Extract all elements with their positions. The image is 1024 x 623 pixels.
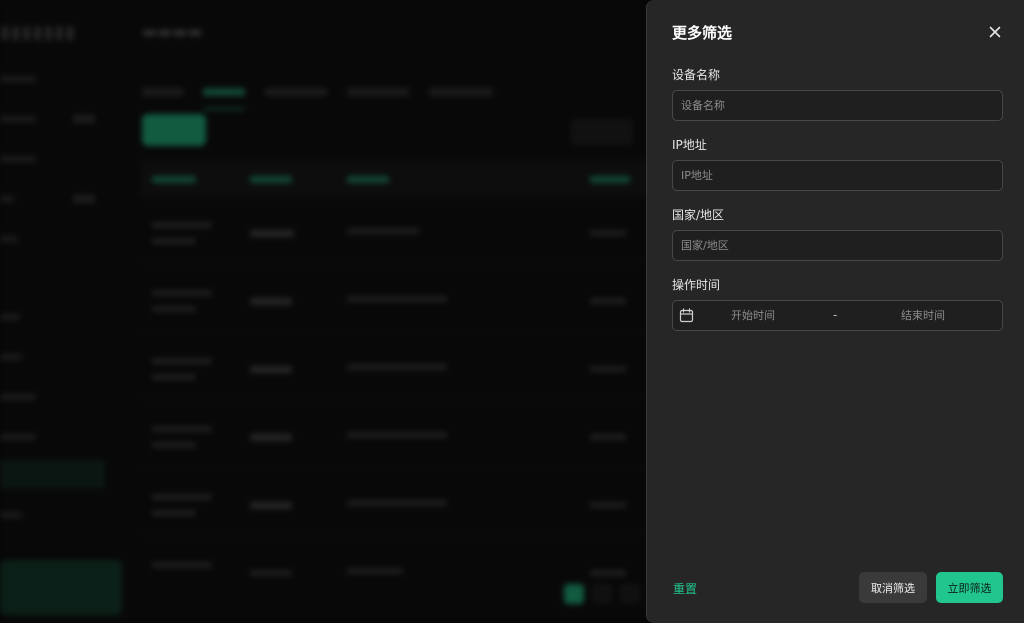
device-name-input[interactable] xyxy=(673,91,1002,120)
start-time-input[interactable]: 开始时间 xyxy=(708,301,798,330)
drawer-title: 更多筛选 xyxy=(672,24,733,42)
ip-address-field-box xyxy=(672,160,1003,191)
region-input[interactable] xyxy=(673,231,1002,260)
cancel-filter-button[interactable]: 取消筛选 xyxy=(859,572,927,603)
end-time-input[interactable]: 结束时间 xyxy=(878,301,968,330)
apply-filter-button[interactable]: 立即筛选 xyxy=(936,572,1003,603)
range-separator: - xyxy=(833,308,838,322)
calendar-icon xyxy=(679,308,694,323)
close-icon[interactable] xyxy=(987,24,1003,40)
ip-address-label: IP地址 xyxy=(672,138,707,152)
region-label: 国家/地区 xyxy=(672,208,725,222)
operation-time-label: 操作时间 xyxy=(672,278,721,292)
device-name-label: 设备名称 xyxy=(672,68,721,82)
filter-drawer: 更多筛选 设备名称 IP地址 国家/地区 操作时间 开始时间 - 结束时间 重置… xyxy=(646,0,1024,623)
reset-button[interactable]: 重置 xyxy=(673,580,697,597)
device-name-field-box xyxy=(672,90,1003,121)
ip-address-input[interactable] xyxy=(673,161,1002,190)
region-field-box xyxy=(672,230,1003,261)
date-range-picker[interactable]: 开始时间 - 结束时间 xyxy=(672,300,1003,331)
